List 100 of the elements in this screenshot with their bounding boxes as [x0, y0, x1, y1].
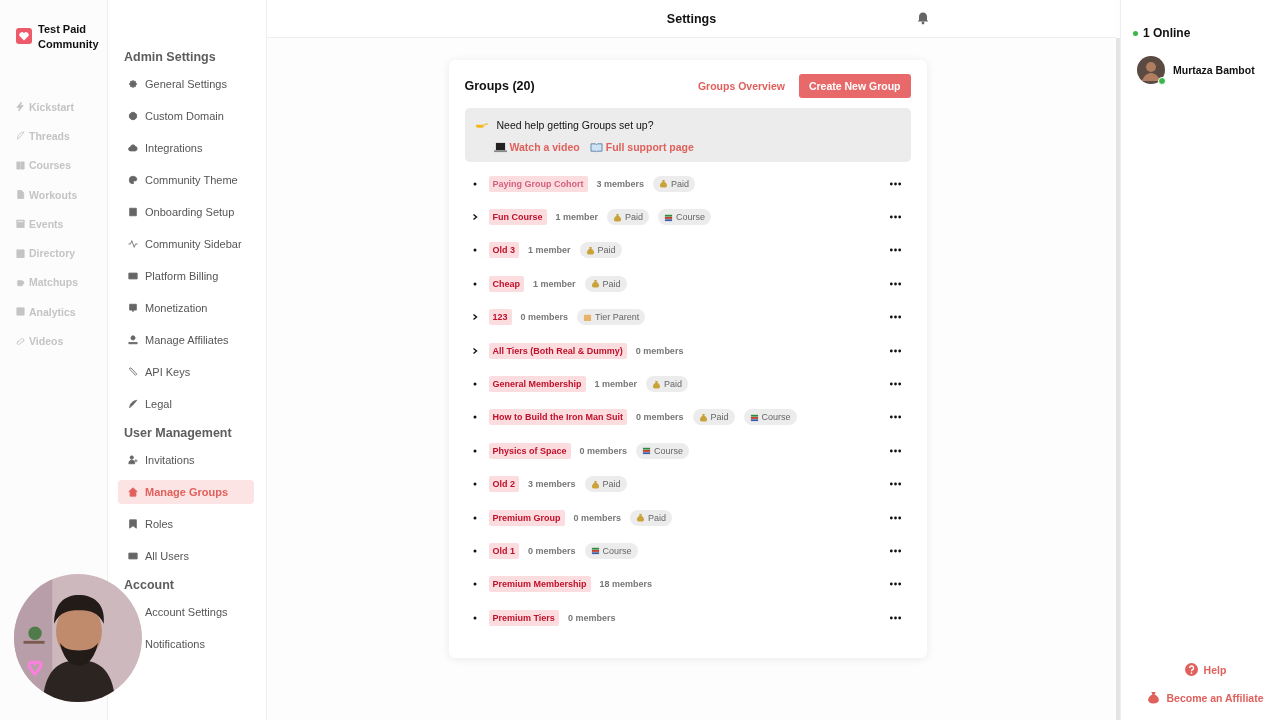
more-options-icon[interactable]: [888, 215, 902, 220]
group-tag[interactable]: Premium Group: [488, 509, 565, 526]
settings-menu-item[interactable]: All Users: [118, 544, 254, 568]
settings-menu-item[interactable]: Notifications: [145, 632, 205, 656]
group-tag[interactable]: All Tiers (Both Real & Dummy): [488, 342, 627, 359]
group-tag[interactable]: Paying Group Cohort: [488, 175, 588, 192]
member-count: 1 member: [528, 245, 571, 256]
user-avatar[interactable]: [1137, 56, 1165, 84]
group-tag[interactable]: Premium Membership: [488, 576, 591, 593]
bell-icon[interactable]: [916, 11, 930, 25]
group-tag[interactable]: Premium Tiers: [488, 609, 559, 626]
section-heading: Admin Settings: [123, 49, 217, 66]
group-tag[interactable]: Cheap: [488, 275, 524, 292]
card-icon: [128, 271, 138, 281]
more-options-icon[interactable]: [888, 549, 902, 553]
cloud-icon: [128, 143, 138, 153]
more-options-icon[interactable]: [888, 248, 902, 253]
chevron-right-icon[interactable]: [470, 213, 479, 222]
affiliate-link[interactable]: Become an Affiliate: [1166, 691, 1264, 704]
money-bag-icon: [652, 379, 662, 389]
more-options-icon[interactable]: [888, 582, 902, 587]
watch-video-link[interactable]: Watch a video: [509, 141, 580, 153]
badge-label: Course: [676, 212, 706, 223]
folder-icon: [583, 312, 593, 322]
page-title: Settings: [666, 11, 717, 26]
group-tag[interactable]: How to Build the Iron Man Suit: [488, 409, 627, 426]
more-options-icon[interactable]: [888, 382, 902, 387]
more-options-icon[interactable]: [888, 415, 902, 420]
settings-menu-item[interactable]: Manage Affiliates: [118, 328, 254, 352]
settings-menu-item[interactable]: Manage Groups: [118, 480, 254, 504]
more-options-icon[interactable]: [888, 515, 902, 520]
badge-label: Paid: [602, 278, 621, 289]
pulse-icon: [128, 239, 138, 249]
calendar-icon: [16, 219, 25, 229]
member-count: 18 members: [599, 579, 653, 590]
settings-menu-item[interactable]: API Keys: [118, 360, 254, 384]
group-tag[interactable]: Physics of Space: [488, 442, 571, 459]
more-options-icon[interactable]: [888, 448, 902, 453]
settings-menu-item[interactable]: Community Theme: [118, 168, 254, 192]
money-bag-icon: [590, 279, 600, 289]
document-icon: [16, 190, 25, 200]
group-tag[interactable]: Old 2: [488, 476, 519, 493]
bookmark-icon: [128, 519, 138, 529]
add-user-icon: [128, 455, 138, 465]
gear-icon: [128, 79, 138, 89]
money-bag-icon: [585, 245, 595, 255]
badge-label: Course: [602, 546, 632, 556]
more-options-icon[interactable]: [888, 281, 902, 286]
create-group-button[interactable]: Create New Group: [798, 74, 911, 98]
chevron-right-icon[interactable]: [470, 313, 479, 322]
settings-menu-item[interactable]: Monetization: [118, 296, 254, 320]
groups-overview-link[interactable]: Groups Overview: [697, 80, 785, 92]
help-link[interactable]: Help: [1203, 663, 1227, 676]
settings-menu-item[interactable]: Platform Billing: [118, 264, 254, 288]
laptop-icon: [493, 141, 507, 153]
books-icon: [664, 212, 674, 222]
badge-label: Paid: [625, 212, 644, 223]
more-options-icon[interactable]: [888, 348, 902, 353]
more-options-icon[interactable]: [888, 181, 902, 186]
open-book-icon: [589, 141, 603, 153]
badge-label: Paid: [710, 412, 729, 423]
settings-menu-item[interactable]: Community Sidebar: [118, 232, 254, 256]
member-count: 0 members: [579, 445, 628, 456]
cup-icon: [16, 277, 25, 287]
more-options-icon[interactable]: [888, 482, 902, 487]
group-tag[interactable]: Old 1: [488, 543, 519, 559]
settings-menu-item[interactable]: Custom Domain: [118, 104, 254, 128]
settings-menu-item[interactable]: Onboarding Setup: [118, 200, 254, 224]
settings-menu-item[interactable]: General Settings: [118, 72, 254, 96]
settings-menu-item[interactable]: Legal: [118, 392, 254, 416]
section-heading: Account: [123, 577, 175, 594]
settings-menu-item[interactable]: Integrations: [118, 136, 254, 160]
section-heading: User Management: [123, 425, 233, 442]
feather-icon: [128, 399, 138, 409]
settings-menu-item[interactable]: Roles: [118, 512, 254, 536]
group-tag[interactable]: Fun Course: [488, 209, 547, 226]
books-icon: [590, 546, 600, 556]
badge-label: Paid: [648, 512, 667, 523]
member-count: 0 members: [520, 312, 569, 323]
settings-menu-item[interactable]: Account Settings: [145, 600, 228, 624]
bolt-icon: [16, 102, 25, 112]
link-icon: [16, 336, 25, 346]
wrench-icon: [128, 367, 138, 377]
user-name[interactable]: Murtaza Bambot: [1173, 64, 1255, 76]
chevron-right-icon[interactable]: [470, 346, 479, 355]
group-tag[interactable]: General Membership: [488, 376, 586, 393]
settings-menu-item[interactable]: Invitations: [118, 448, 254, 472]
support-page-link[interactable]: Full support page: [605, 141, 694, 153]
group-tag[interactable]: 123: [488, 309, 512, 326]
member-count: 0 members: [573, 512, 622, 523]
hand-icon: [128, 335, 138, 345]
books-icon: [749, 412, 759, 422]
online-count: 1 Online: [1143, 26, 1191, 40]
help-question: Need help getting Groups set up?: [496, 119, 654, 131]
member-count: 1 member: [533, 278, 576, 289]
community-name: Test Paid Community: [38, 22, 100, 52]
more-options-icon[interactable]: [888, 315, 902, 320]
money-bag-icon: [659, 179, 669, 189]
more-options-icon[interactable]: [888, 615, 902, 620]
group-tag[interactable]: Old 3: [488, 242, 519, 259]
